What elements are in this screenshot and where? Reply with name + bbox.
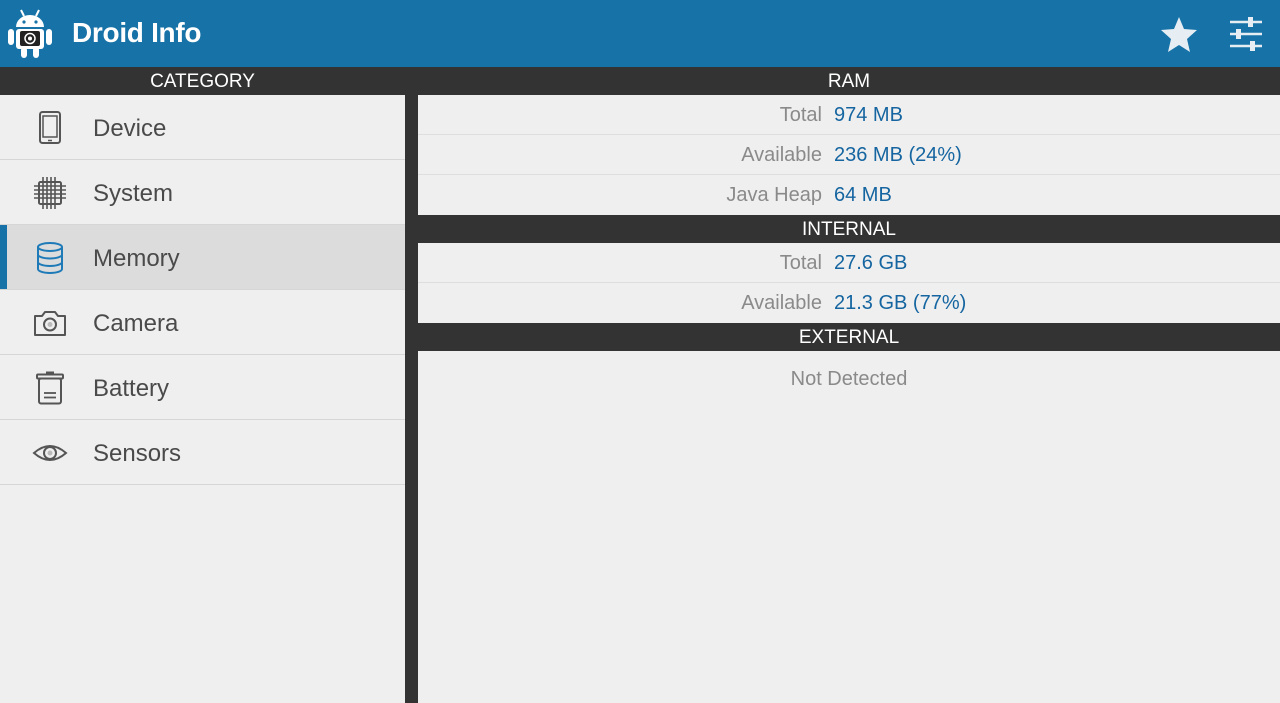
row-value: 974 MB — [834, 104, 903, 126]
info-row: Total 27.6 GB — [418, 243, 1280, 283]
row-label: Total — [779, 104, 822, 126]
android-logo-icon[interactable] — [6, 7, 54, 59]
category-item-device[interactable]: Device — [0, 95, 405, 160]
star-icon[interactable] — [1158, 14, 1200, 54]
category-header: CATEGORY — [0, 67, 405, 95]
section-header-internal: INTERNAL — [418, 215, 1280, 243]
external-status-text: Not Detected — [790, 368, 908, 390]
pane-divider — [405, 67, 418, 703]
category-pane: CATEGORY Device System Memory Camera Bat… — [0, 67, 405, 703]
category-label: Device — [93, 115, 167, 142]
row-label: Java Heap — [726, 184, 822, 206]
category-item-memory[interactable]: Memory — [0, 225, 405, 290]
category-label: Sensors — [93, 440, 182, 467]
info-row: Available 21.3 GB (77%) — [418, 283, 1280, 323]
eye-icon — [32, 445, 68, 461]
category-label: Camera — [93, 310, 179, 337]
section-header-external: EXTERNAL — [418, 323, 1280, 351]
settings-sliders-icon[interactable] — [1224, 14, 1268, 54]
row-label: Available — [741, 292, 822, 314]
row-label: Total — [779, 252, 822, 274]
phone-icon — [39, 111, 61, 144]
camera-icon — [34, 311, 66, 336]
row-value: 236 MB (24%) — [834, 144, 962, 166]
category-label: System — [93, 180, 174, 207]
category-item-system[interactable]: System — [0, 160, 405, 225]
row-label: Available — [741, 144, 822, 166]
category-label: Battery — [93, 375, 170, 402]
row-value: 64 MB — [834, 184, 892, 206]
cpu-chip-icon — [34, 177, 66, 209]
info-row: Java Heap 64 MB — [418, 175, 1280, 215]
row-value: 21.3 GB (77%) — [834, 292, 967, 314]
battery-icon — [36, 371, 64, 405]
action-bar: Droid Info — [0, 0, 1280, 67]
row-value: 27.6 GB — [834, 252, 908, 274]
app-title: Droid Info — [72, 17, 202, 48]
database-icon — [37, 242, 63, 274]
category-item-camera[interactable]: Camera — [0, 290, 405, 355]
memory-details-pane: RAM Total 974 MB Available 236 MB (24%) … — [418, 67, 1280, 703]
category-label: Memory — [93, 245, 180, 272]
info-row: Total 974 MB — [418, 95, 1280, 135]
section-header-ram: RAM — [418, 67, 1280, 95]
category-item-sensors[interactable]: Sensors — [0, 420, 405, 485]
info-row: Available 236 MB (24%) — [418, 135, 1280, 175]
category-item-battery[interactable]: Battery — [0, 355, 405, 420]
